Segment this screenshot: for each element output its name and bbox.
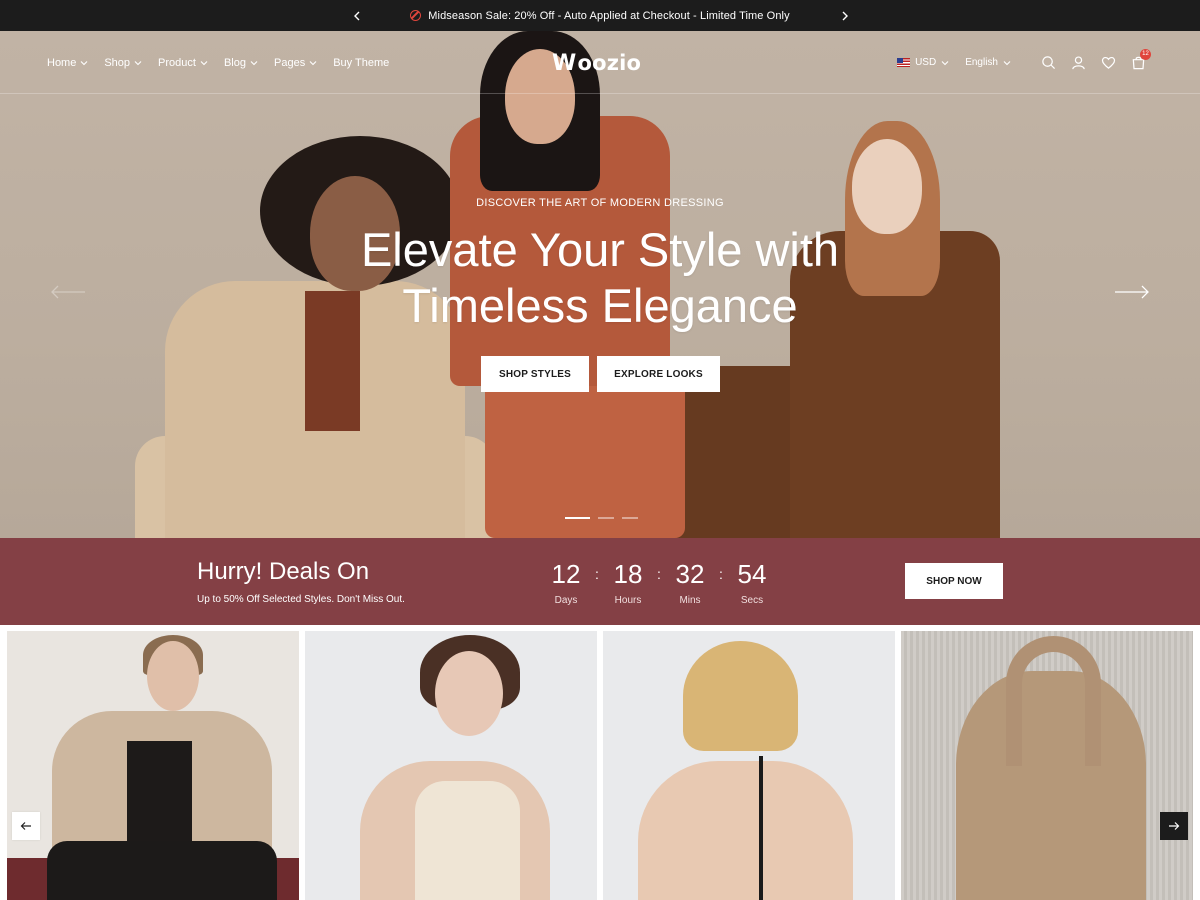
currency-selector[interactable]: USD (897, 57, 949, 68)
hero-buttons: SHOP STYLES EXPLORE LOOKS (481, 356, 720, 392)
hero-headline-line2: Timeless Elegance (402, 279, 798, 332)
hero-eyebrow: DISCOVER THE ART OF MODERN DRESSING (476, 197, 724, 209)
nav-item-pages[interactable]: Pages (274, 57, 317, 69)
countdown-separator: : (657, 566, 661, 582)
header-utilities: USD English 12 (897, 31, 1153, 94)
currency-label: USD (915, 57, 937, 68)
nav-item-product[interactable]: Product (158, 57, 208, 69)
nav-item-label: Blog (223, 56, 246, 69)
hero-dot-2[interactable] (598, 517, 614, 519)
search-icon (1041, 56, 1055, 70)
countdown-value: 12 (551, 559, 581, 589)
hero-headline: Elevate Your Style with Timeless Eleganc… (0, 222, 1200, 334)
hero-dot-3[interactable] (622, 517, 638, 519)
chevron-down-icon (309, 60, 317, 65)
chevron-down-icon (941, 60, 949, 65)
countdown-value: 54 (737, 559, 767, 589)
deals-title: Hurry! Deals On (197, 558, 370, 585)
cart-button[interactable]: 12 (1123, 48, 1153, 78)
account-button[interactable] (1063, 48, 1093, 78)
hero-dot-1[interactable] (565, 517, 590, 519)
product-card[interactable] (603, 631, 895, 900)
language-selector[interactable]: English (965, 57, 1011, 68)
logo-text: oozio (577, 51, 642, 75)
product-card[interactable] (7, 631, 299, 900)
product-carousel (0, 625, 1200, 900)
countdown-value: 32 (675, 559, 705, 589)
chevron-down-icon (80, 60, 88, 65)
nav-item-label: Home (47, 56, 77, 69)
hero-pagination (565, 517, 638, 519)
shop-styles-button[interactable]: SHOP STYLES (481, 356, 589, 392)
carousel-next-button[interactable] (1160, 812, 1188, 840)
countdown-hours: 18 Hours (610, 560, 646, 606)
site-header: Home Shop Product Blog Pages Buy Theme W… (0, 31, 1200, 94)
search-button[interactable] (1033, 48, 1063, 78)
chevron-right-icon (842, 11, 848, 20)
countdown-secs: 54 Secs (734, 560, 770, 606)
arrow-left-icon (20, 822, 31, 830)
announcement-text: Midseason Sale: 20% Off - Auto Applied a… (428, 9, 790, 22)
hero-next-button[interactable] (1114, 282, 1150, 302)
us-flag-icon (897, 58, 911, 67)
heart-icon (1101, 56, 1115, 69)
countdown-timer: 12 Days : 18 Hours : 32 Mins : 54 Secs (548, 560, 770, 606)
nav-item-label: Shop (104, 56, 131, 69)
user-icon (1071, 56, 1085, 70)
hero-headline-line1: Elevate Your Style with (360, 223, 840, 276)
site-logo[interactable]: W oozio (552, 49, 641, 77)
nav-item-shop[interactable]: Shop (104, 57, 142, 69)
countdown-separator: : (719, 566, 723, 582)
sale-tag-icon (410, 10, 422, 21)
nav-item-label: Product (158, 56, 196, 69)
nav-item-label: Buy Theme (333, 56, 390, 69)
wishlist-button[interactable] (1093, 48, 1123, 78)
arrow-left-icon (51, 285, 85, 299)
nav-item-label: Pages (274, 56, 306, 69)
nav-item-home[interactable]: Home (47, 57, 88, 69)
announcement-bar: Midseason Sale: 20% Off - Auto Applied a… (0, 0, 1200, 31)
nav-item-buy-theme[interactable]: Buy Theme (333, 57, 389, 69)
chevron-down-icon (200, 60, 208, 65)
countdown-mins: 32 Mins (672, 560, 708, 606)
product-card[interactable] (901, 631, 1193, 900)
countdown-label: Days (554, 595, 578, 606)
arrow-right-icon (1115, 285, 1149, 299)
main-nav: Home Shop Product Blog Pages Buy Theme (47, 31, 389, 94)
logo-mark: W (552, 50, 577, 76)
chevron-down-icon (1003, 60, 1011, 65)
deals-subtitle: Up to 50% Off Selected Styles. Don't Mis… (197, 594, 405, 605)
countdown-label: Mins (679, 595, 701, 606)
nav-item-blog[interactable]: Blog (224, 57, 258, 69)
announcement-next-button[interactable] (833, 0, 857, 31)
countdown-label: Hours (614, 595, 642, 606)
shop-now-button[interactable]: SHOP NOW (905, 563, 1003, 599)
chevron-down-icon (134, 60, 142, 65)
announcement-message: Midseason Sale: 20% Off - Auto Applied a… (0, 0, 1200, 31)
arrow-right-icon (1169, 822, 1180, 830)
language-label: English (965, 57, 998, 68)
hero-prev-button[interactable] (50, 282, 86, 302)
hero-slider: DISCOVER THE ART OF MODERN DRESSING Elev… (0, 31, 1200, 538)
cart-count-badge: 12 (1140, 48, 1151, 60)
deals-banner: Hurry! Deals On Up to 50% Off Selected S… (0, 538, 1200, 625)
explore-looks-button[interactable]: EXPLORE LOOKS (597, 356, 720, 392)
chevron-down-icon (250, 60, 258, 65)
countdown-separator: : (595, 566, 599, 582)
product-card[interactable] (305, 631, 597, 900)
carousel-prev-button[interactable] (12, 812, 40, 840)
countdown-label: Secs (740, 595, 764, 606)
countdown-days: 12 Days (548, 560, 584, 606)
countdown-value: 18 (613, 559, 643, 589)
